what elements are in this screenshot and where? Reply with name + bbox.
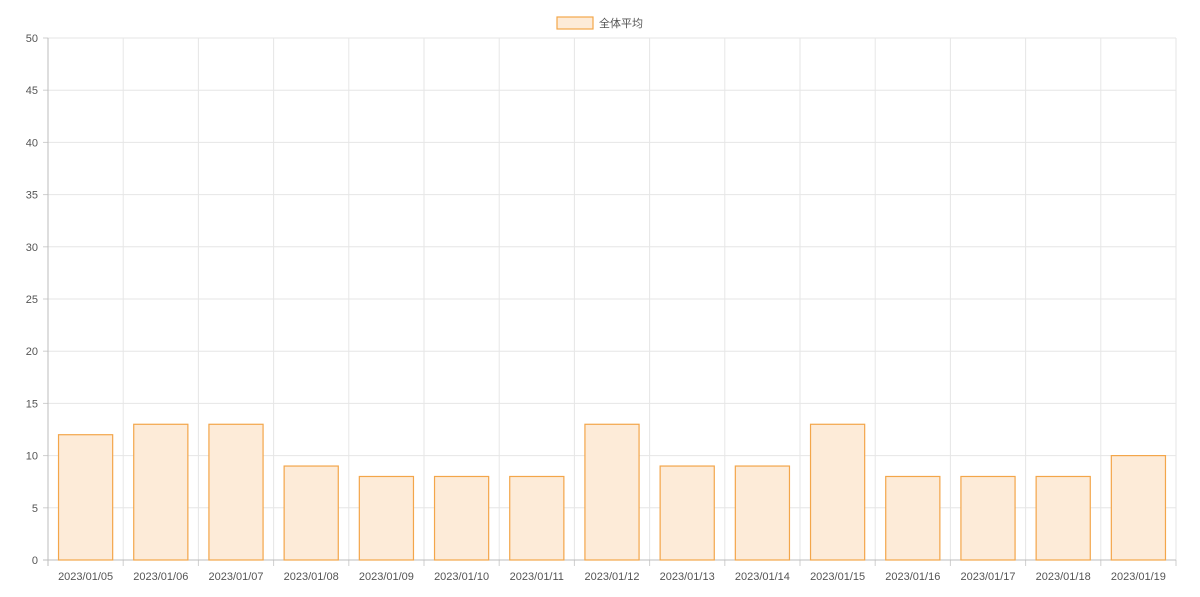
y-tick-label: 50	[26, 33, 38, 45]
y-tick-label: 30	[26, 242, 38, 254]
x-tick-label: 2023/01/13	[660, 571, 715, 583]
legend-label[interactable]: 全体平均	[599, 16, 643, 30]
x-tick-label: 2023/01/07	[208, 571, 263, 583]
bar[interactable]	[433, 475, 490, 561]
legend-swatch[interactable]	[556, 16, 594, 30]
bar[interactable]	[885, 475, 941, 561]
x-tick-label: 2023/01/08	[284, 571, 339, 583]
x-tick-label: 2023/01/12	[584, 571, 639, 583]
y-tick-label: 40	[26, 137, 38, 149]
legend[interactable]: 全体平均	[556, 16, 643, 30]
bar[interactable]	[659, 465, 715, 561]
x-tick-label: 2023/01/15	[810, 571, 865, 583]
y-tick-label: 0	[32, 555, 38, 567]
x-tick-label: 2023/01/10	[434, 571, 489, 583]
bar[interactable]	[1035, 475, 1091, 561]
x-tick-label: 2023/01/14	[735, 571, 790, 583]
bar[interactable]	[584, 423, 640, 561]
bar-series	[57, 423, 1167, 561]
bar[interactable]	[734, 465, 791, 561]
bar[interactable]	[133, 423, 189, 561]
x-axis-tick-labels: 2023/01/05 2023/01/06 2023/01/07 2023/01/08…	[58, 571, 1166, 583]
y-axis-tick-labels: 0 5 10 15 20 25 30 35 40 45 50	[26, 33, 38, 567]
x-tick-label: 2023/01/17	[960, 571, 1015, 583]
y-tick-label: 10	[26, 451, 38, 463]
bar[interactable]	[358, 475, 415, 561]
bar[interactable]	[283, 465, 339, 561]
x-tick-label: 2023/01/19	[1111, 571, 1166, 583]
x-tick-label: 2023/01/09	[359, 571, 414, 583]
bar-chart: 0 5 10 15 20 25 30 35 40 45 50 2023/01/05 2023/01/0…	[0, 0, 1200, 597]
x-tick-label: 2023/01/06	[133, 571, 188, 583]
y-tick-label: 45	[26, 85, 38, 97]
y-tick-label: 20	[26, 346, 38, 358]
x-tick-label: 2023/01/16	[885, 571, 940, 583]
bar[interactable]	[509, 475, 565, 561]
bar[interactable]	[208, 423, 264, 561]
x-tick-label: 2023/01/05	[58, 571, 113, 583]
y-tick-label: 35	[26, 190, 38, 202]
bar[interactable]	[960, 475, 1016, 561]
y-tick-label: 15	[26, 398, 38, 410]
y-tick-label: 25	[26, 294, 38, 306]
x-tick-label: 2023/01/18	[1036, 571, 1091, 583]
bar[interactable]	[809, 423, 866, 561]
x-tick-label: 2023/01/11	[510, 571, 564, 583]
y-tick-label: 5	[32, 503, 38, 515]
bar[interactable]	[1110, 455, 1167, 561]
chart-canvas: 05101520253035404550 2023/01/05 2023/01/0…	[26, 16, 1177, 583]
bar[interactable]	[57, 434, 114, 561]
